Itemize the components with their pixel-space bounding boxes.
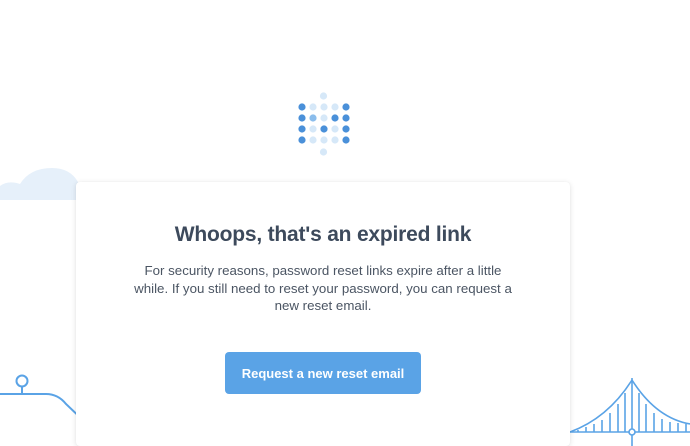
expired-link-message: For security reasons, password reset lin… bbox=[134, 263, 512, 313]
request-reset-email-button[interactable]: Request a new reset email bbox=[225, 352, 421, 394]
suspension-bridge-icon bbox=[569, 378, 690, 446]
expired-link-card: Whoops, that's an expired link For secur… bbox=[76, 182, 570, 446]
expired-link-page: Whoops, that's an expired link For secur… bbox=[0, 0, 690, 446]
dot-grid-logo-icon bbox=[298, 92, 350, 156]
page-title: Whoops, that's an expired link bbox=[174, 223, 472, 246]
cloud-icon bbox=[0, 168, 78, 200]
